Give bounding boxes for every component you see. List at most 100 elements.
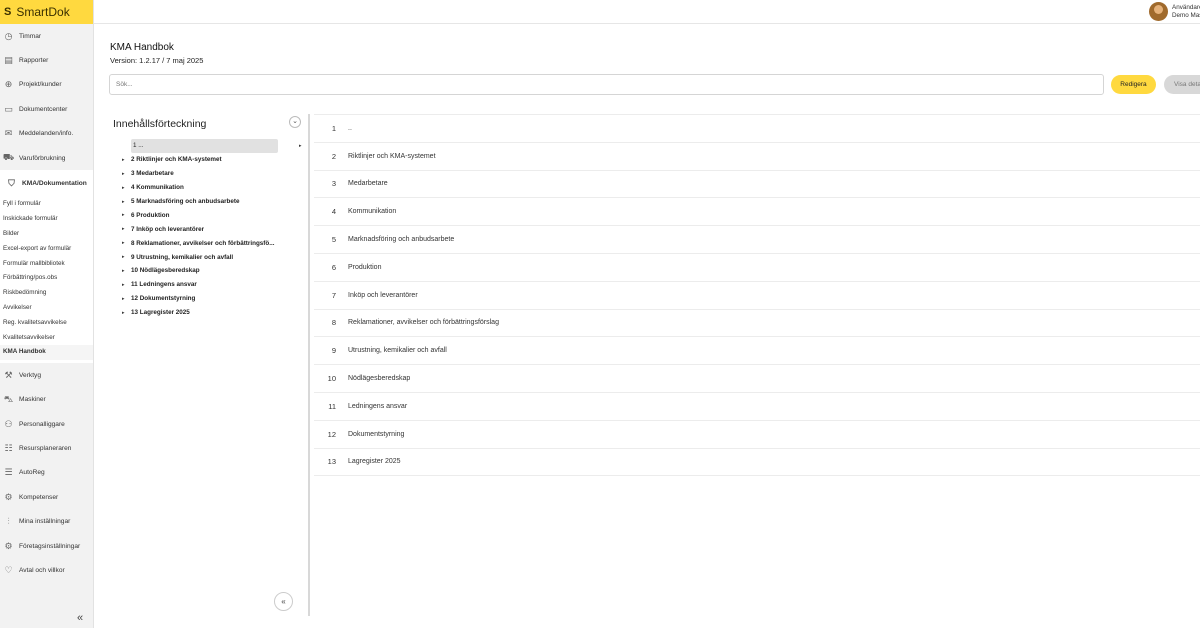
sidebar-item-label: Verktyg (19, 371, 41, 379)
sidebar-item-varuförbrukning[interactable]: ⛟ Varuförbrukning (0, 146, 93, 170)
chapter-row[interactable]: 8 Reklamationer, avvikelser och förbättri… (314, 310, 1200, 338)
subnav-item-riskbedömning[interactable]: Riskbedömning (0, 286, 93, 301)
toc-item[interactable]: ▸ 4 Kommunikation (122, 181, 300, 195)
subnav-item-fyll-i-formulär[interactable]: Fyll i formulär (0, 197, 93, 212)
user-info: Användare Demo Maskin (1172, 4, 1200, 20)
toc-item[interactable]: ▸ 6 Produktion (122, 208, 300, 222)
toc-item[interactable]: ▸ 10 Nödlägesberedskap (122, 264, 300, 278)
caret-right-icon: ▸ (122, 295, 125, 302)
subnav: Fyll i formulär Inskickade formulär Bilder… (0, 196, 93, 364)
user-menu[interactable]: Användare Demo Maskin (1149, 2, 1200, 21)
sidebar-item-rapporter[interactable]: ▤ Rapporter (0, 48, 93, 72)
subnav-item-bilder[interactable]: Bilder (0, 227, 93, 242)
sidebar-item-label: Företagsinställningar (19, 542, 81, 550)
sidebar-item-kma-dokumentation[interactable]: ⛉ KMA/Dokumentation (0, 170, 93, 197)
chapter-row[interactable]: 11 Ledningens ansvar (314, 393, 1200, 421)
caret-right-icon: ▸ (122, 212, 125, 219)
sidebar-item-label: Rapporter (19, 57, 49, 65)
subnav-item-formulär-mallbibliotek[interactable]: Formulär mallbibliotek (0, 257, 93, 272)
main-content: KMA Handbok Version: 1.2.17 / 7 maj 2025… (94, 24, 1200, 628)
caret-right-icon: ▸ (299, 142, 302, 149)
toc-item[interactable]: ▸ 5 Marknadsföring och anbudsarbete (122, 195, 300, 209)
document-icon: ▭ (4, 103, 13, 114)
competence-icon: ⚙ (4, 491, 13, 502)
toc-item-label: 2 Riktlinjer och KMA-systemet (131, 156, 222, 164)
subnav-item-excel-export-av-formulär[interactable]: Excel-export av formulär (0, 242, 93, 257)
chapter-title: Produktion (348, 263, 382, 271)
subnav-item-avvikelser[interactable]: Avvikelser (0, 301, 93, 316)
chapter-title: Kommunikation (348, 208, 397, 216)
chapter-number: 7 (331, 290, 336, 300)
chapter-row[interactable]: 12 Dokumentstyrning (314, 421, 1200, 449)
chapter-number: 10 (327, 374, 336, 384)
collapse-sidebar-button[interactable]: « (77, 612, 83, 624)
chapter-row[interactable]: 9 Utrustning, kemikalier och avfall (314, 337, 1200, 366)
chapter-title: Utrustning, kemikalier och avfall (348, 347, 447, 355)
sidebar-item-verktyg[interactable]: ⚒ Verktyg (0, 363, 93, 387)
page-title: KMA Handbok (110, 42, 174, 53)
chapter-title: Riktlinjer och KMA-systemet (348, 152, 436, 160)
sidebar-item-avtal-och-villkor[interactable]: ♡ Avtal och villkor (0, 558, 93, 582)
chapter-row[interactable]: 13 Lagregister 2025 (314, 449, 1200, 477)
report-icon: ▤ (4, 55, 13, 66)
toc-item[interactable]: ▸ 7 Inköp och leverantörer (122, 222, 300, 236)
subnav-item-förbättring-pos-obs[interactable]: Förbättring/pos.obs (0, 271, 93, 286)
subnav-item-inskickade-formulär[interactable]: Inskickade formulär (0, 212, 93, 227)
toc-item[interactable]: ▸1 ...▸ (131, 139, 302, 153)
caret-right-icon: ▸ (122, 254, 125, 261)
sidebar-item-kompetenser[interactable]: ⚙ Kompetenser (0, 485, 93, 509)
sidebar-item-dokumentcenter[interactable]: ▭ Dokumentcenter (0, 97, 93, 121)
chapter-title: Nödlägesberedskap (348, 375, 411, 383)
sidebar-item-meddelanden-info[interactable]: ✉ Meddelanden/info. (0, 122, 93, 146)
sidebar-item-mina-inställningar[interactable]: ⫶ Mina inställningar (0, 509, 93, 533)
caret-right-icon: ▸ (122, 184, 125, 191)
toc-item[interactable]: ▸ 13 Lagregister 2025 (122, 306, 300, 320)
sidebar-item-maskiner[interactable]: ⛍ Maskiner (0, 388, 93, 412)
edit-button[interactable]: Redigera (1111, 75, 1156, 94)
subnav-item-kma-handbok[interactable]: KMA Handbok (0, 345, 93, 361)
chevron-down-icon[interactable]: ⌄ (289, 116, 301, 128)
toc-item-label: 4 Kommunikation (131, 184, 184, 192)
chapter-row[interactable]: 10 Nödlägesberedskap (314, 365, 1200, 393)
chapter-title: Medarbetare (348, 180, 388, 188)
chapter-number: 8 (331, 318, 336, 328)
search-input[interactable] (109, 74, 1104, 95)
chapter-row[interactable]: 1.. (314, 115, 1200, 143)
chapter-title: Lagregister 2025 (348, 458, 401, 466)
toc-item[interactable]: ▸ 12 Dokumentstyrning (122, 292, 300, 306)
avatar[interactable] (1149, 2, 1168, 21)
toc-list: ▸ 1 ... ▸ ▸ 2 Riktlinjer och KMA-systemet ▸ 3 … (122, 139, 302, 320)
collapse-toc-button[interactable]: « (274, 592, 293, 611)
toc-item-label: 9 Utrustning, kemikalier och avfall (131, 253, 234, 261)
caret-right-icon: ▸ (122, 240, 125, 247)
toc-item[interactable]: ▸ 2 Riktlinjer och KMA-systemet (122, 153, 300, 167)
toc-item-label: 7 Inköp och leverantörer (131, 225, 205, 233)
sidebar-item-projekt-kunder[interactable]: ⊕ Projekt/kunder (0, 73, 93, 97)
chapter-row[interactable]: 5 Marknadsföring och anbudsarbete (314, 226, 1200, 254)
chapter-title: Inköp och leverantörer (348, 291, 418, 299)
toc-item-label: 6 Produktion (131, 211, 170, 219)
chapter-row[interactable]: 7 Inköp och leverantörer (314, 282, 1200, 310)
sidebar-item-personalliggare[interactable]: ⚇ Personalliggare (0, 412, 93, 436)
chapter-row[interactable]: 6 Produktion (314, 254, 1200, 282)
logo[interactable]: S SmartDok (0, 0, 93, 24)
caret-right-icon: ▸ (122, 281, 125, 288)
show-details-button[interactable]: Visa detaljer (1164, 75, 1200, 94)
sidebar-item-resursplaneraren[interactable]: ☷ Resursplaneraren (0, 436, 93, 460)
topbar: Användare Demo Maskin (94, 0, 1200, 24)
planner-icon: ☷ (4, 442, 13, 453)
chapter-row[interactable]: 3 Medarbetare (314, 171, 1200, 199)
chapter-title: Marknadsföring och anbudsarbete (348, 236, 455, 244)
toc-item[interactable]: ▸ 8 Reklamationer, avvikelser och förbätt… (122, 236, 300, 250)
subnav-item-reg-kvalitetsavvikelse[interactable]: Reg. kvalitetsavvikelse (0, 316, 93, 331)
sidebar-item-timmar[interactable]: ◷ Timmar (0, 24, 93, 48)
subnav-item-kvalitetsavvikelser[interactable]: Kvalitetsavvikelser (0, 331, 93, 346)
toc-item[interactable]: ▸ 3 Medarbetare (122, 167, 300, 181)
toc-item[interactable]: ▸ 11 Ledningens ansvar (122, 278, 300, 292)
sidebar-item-autoreg[interactable]: ☰ AutoReg (0, 461, 93, 485)
toc-item[interactable]: ▸ 9 Utrustning, kemikalier och avfall (122, 250, 300, 264)
chapter-number: 11 (328, 401, 336, 411)
chapter-row[interactable]: 2 Riktlinjer och KMA-systemet (314, 143, 1200, 171)
sidebar-item-företagsinställningar[interactable]: ⚙ Företagsinställningar (0, 534, 93, 558)
chapter-row[interactable]: 4 Kommunikation (314, 198, 1200, 227)
